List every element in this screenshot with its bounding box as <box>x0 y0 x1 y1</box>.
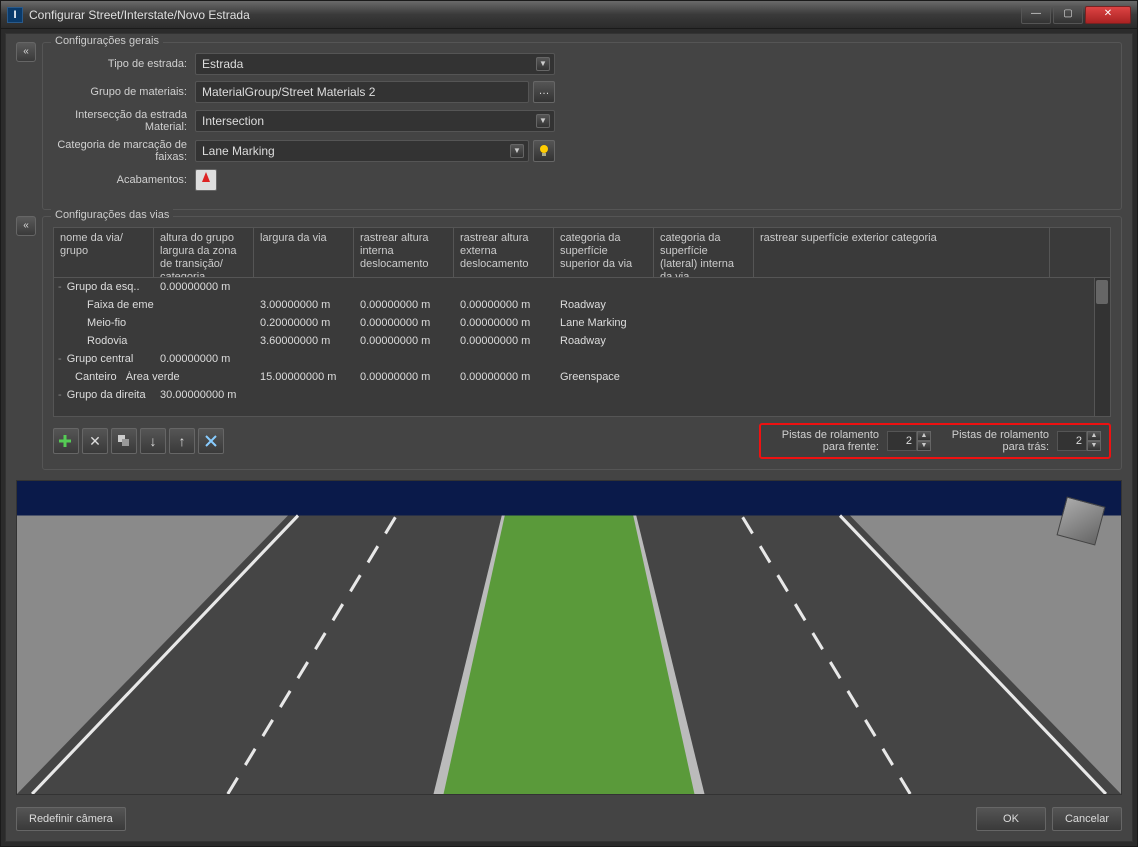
finishes-label: Acabamentos: <box>55 174 195 186</box>
table-row[interactable]: Rodovia3.60000000 m0.00000000 m0.0000000… <box>54 332 1110 350</box>
finishes-button[interactable] <box>195 169 217 191</box>
mirror-button[interactable] <box>198 428 224 454</box>
table-row[interactable]: Meio-fio0.20000000 m0.00000000 m0.000000… <box>54 314 1110 332</box>
material-group-field[interactable]: MaterialGroup/Street Materials 2 <box>195 81 529 103</box>
scroll-thumb[interactable] <box>1096 280 1108 304</box>
road-type-label: Tipo de estrada: <box>55 58 195 70</box>
chevron-down-icon: ▼ <box>510 144 524 158</box>
material-group-label: Grupo de materiais: <box>55 86 195 98</box>
move-up-button[interactable]: ↑ <box>169 428 195 454</box>
col-outer[interactable]: rastrear altura externa deslocamento <box>454 228 554 277</box>
close-button[interactable]: ✕ <box>1085 6 1131 24</box>
titlebar[interactable]: I Configurar Street/Interstate/Novo Estr… <box>1 1 1137 29</box>
plus-icon <box>59 434 73 448</box>
col-exterior[interactable]: rastrear superfície exterior categoria <box>754 228 1050 277</box>
col-name[interactable]: nome da via/ grupo <box>54 228 154 277</box>
forward-up-button[interactable]: ▲ <box>917 431 931 441</box>
intersection-label: Intersecção da estrada Material: <box>55 109 195 133</box>
lanes-settings-panel: Configurações das vias nome da via/ grup… <box>42 216 1122 470</box>
general-title: Configurações gerais <box>51 35 163 47</box>
browse-material-button[interactable]: … <box>533 81 555 103</box>
collapse-general-button[interactable]: « <box>16 42 36 62</box>
table-row[interactable]: - Grupo da esq..0.00000000 m <box>54 278 1110 296</box>
roadworks-icon <box>200 170 212 184</box>
dialog-window: I Configurar Street/Interstate/Novo Estr… <box>0 0 1138 847</box>
chevron-down-icon: ▼ <box>536 114 550 128</box>
chevron-down-icon: ▼ <box>536 57 550 71</box>
forward-lanes-input[interactable]: 2 <box>887 431 917 451</box>
lane-marking-combo[interactable]: Lane Marking ▼ <box>195 140 529 162</box>
dialog-content: « Configurações gerais Tipo de estrada: … <box>5 33 1133 842</box>
delete-lane-button[interactable]: ✕ <box>82 428 108 454</box>
move-down-button[interactable]: ↓ <box>140 428 166 454</box>
col-lateral[interactable]: categoria da superfície (lateral) intern… <box>654 228 754 277</box>
mirror-icon <box>204 434 218 448</box>
lane-marking-label: Categoria de marcação de faixas: <box>55 139 195 163</box>
intersection-value: Intersection <box>202 114 264 128</box>
intersection-combo[interactable]: Intersection ▼ <box>195 110 555 132</box>
ok-button[interactable]: OK <box>976 807 1046 831</box>
forward-lanes-label: Pistas de rolamento para frente: <box>769 429 879 453</box>
col-inner[interactable]: rastrear altura interna deslocamento <box>354 228 454 277</box>
table-row[interactable]: - Grupo central0.00000000 m <box>54 350 1110 368</box>
duplicate-icon <box>117 434 131 448</box>
lanes-title: Configurações das vias <box>51 209 173 221</box>
backward-down-button[interactable]: ▼ <box>1087 441 1101 451</box>
col-height[interactable]: altura do grupo largura da zona de trans… <box>154 228 254 277</box>
col-width[interactable]: largura da via <box>254 228 354 277</box>
preview-road-svg <box>17 481 1121 794</box>
scrollbar[interactable] <box>1094 278 1110 416</box>
duplicate-lane-button[interactable] <box>111 428 137 454</box>
table-row[interactable]: Faixa de emergência3.00000000 m0.0000000… <box>54 296 1110 314</box>
cancel-button[interactable]: Cancelar <box>1052 807 1122 831</box>
hint-button[interactable] <box>533 140 555 162</box>
app-icon: I <box>7 7 23 23</box>
lightbulb-icon <box>538 144 550 158</box>
table-row[interactable]: - Grupo da direita30.00000000 m <box>54 386 1110 404</box>
general-settings-panel: Configurações gerais Tipo de estrada: Es… <box>42 42 1122 210</box>
reset-camera-button[interactable]: Redefinir câmera <box>16 807 126 831</box>
add-lane-button[interactable] <box>53 428 79 454</box>
forward-down-button[interactable]: ▼ <box>917 441 931 451</box>
col-surface[interactable]: categoria da superfície superior da via <box>554 228 654 277</box>
material-group-value: MaterialGroup/Street Materials 2 <box>202 85 375 99</box>
lane-marking-value: Lane Marking <box>202 144 275 158</box>
road-type-combo[interactable]: Estrada ▼ <box>195 53 555 75</box>
lane-count-highlight: Pistas de rolamento para frente: 2 ▲ ▼ P… <box>759 423 1111 459</box>
backward-lanes-label: Pistas de rolamento para trás: <box>939 429 1049 453</box>
maximize-button[interactable]: ▢ <box>1053 6 1083 24</box>
road-preview[interactable] <box>16 480 1122 795</box>
window-title: Configurar Street/Interstate/Novo Estrad… <box>29 8 1019 22</box>
lanes-table: nome da via/ grupo altura do grupo largu… <box>53 227 1111 417</box>
lanes-body[interactable]: - Grupo da esq..0.00000000 m Faixa de em… <box>54 278 1110 416</box>
minimize-button[interactable]: — <box>1021 6 1051 24</box>
road-type-value: Estrada <box>202 57 243 71</box>
backward-lanes-input[interactable]: 2 <box>1057 431 1087 451</box>
backward-up-button[interactable]: ▲ <box>1087 431 1101 441</box>
table-row[interactable]: Canteiro Área verde15.00000000 m0.000000… <box>54 368 1110 386</box>
collapse-lanes-button[interactable]: « <box>16 216 36 236</box>
